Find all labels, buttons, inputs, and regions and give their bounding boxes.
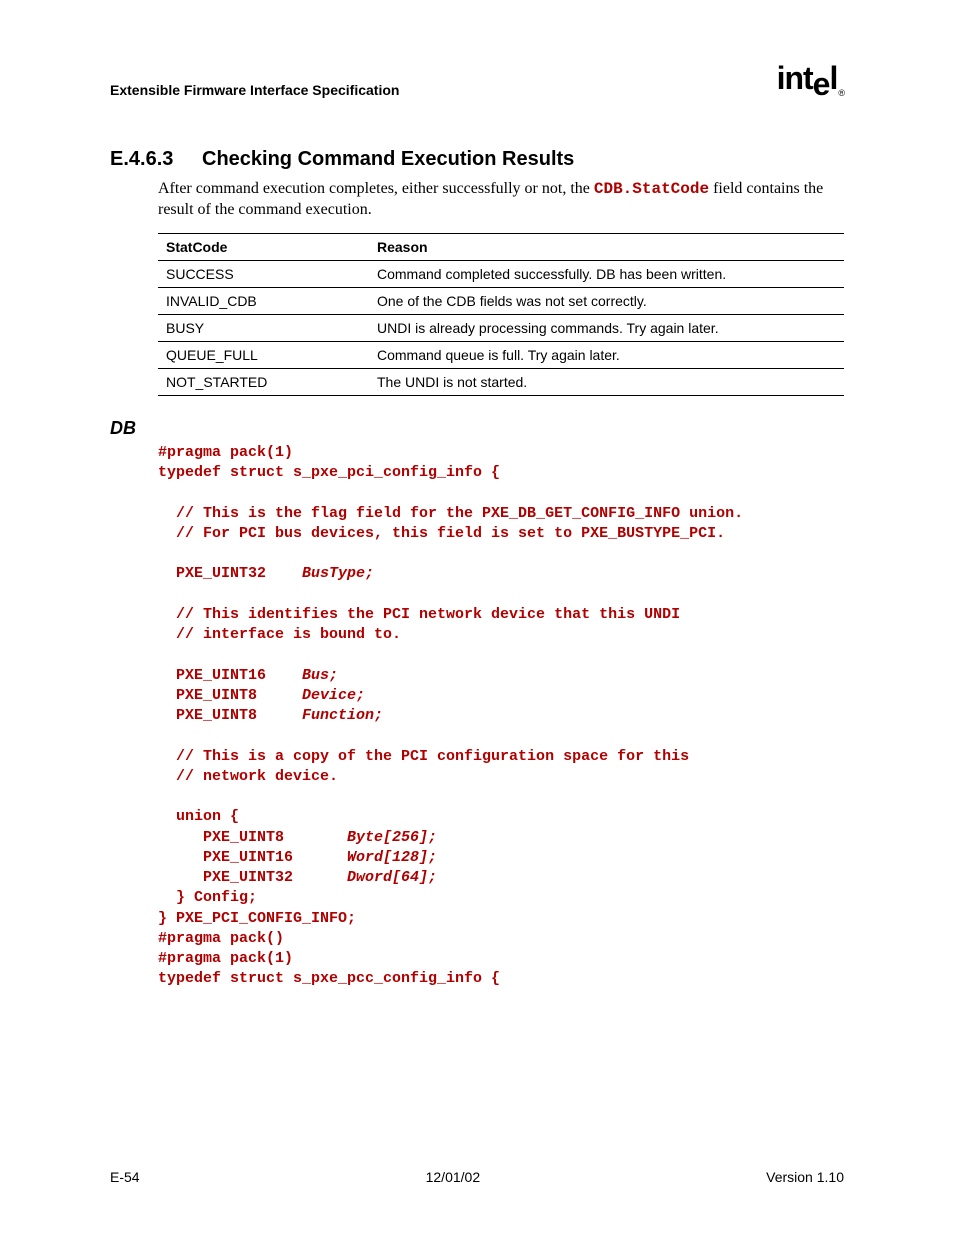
table-row: BUSY UNDI is already processing commands… — [158, 314, 844, 341]
table-row: INVALID_CDB One of the CDB fields was no… — [158, 287, 844, 314]
version-label: Version 1.10 — [766, 1169, 844, 1185]
cell-reason: The UNDI is not started. — [369, 368, 844, 395]
cell-statcode: QUEUE_FULL — [158, 341, 369, 368]
col-statcode: StatCode — [158, 233, 369, 260]
footer: E-54 12/01/02 Version 1.10 — [110, 1169, 844, 1185]
cell-statcode: BUSY — [158, 314, 369, 341]
table-row: NOT_STARTED The UNDI is not started. — [158, 368, 844, 395]
section-heading: E.4.6.3 Checking Command Execution Resul… — [110, 148, 844, 171]
footer-date: 12/01/02 — [426, 1169, 481, 1185]
header: Extensible Firmware Interface Specificat… — [110, 60, 844, 98]
cell-statcode: NOT_STARTED — [158, 368, 369, 395]
intro-paragraph: After command execution completes, eithe… — [158, 179, 844, 221]
para-text: After command execution completes, eithe… — [158, 180, 594, 197]
cell-reason: Command completed successfully. DB has b… — [369, 260, 844, 287]
table-header-row: StatCode Reason — [158, 233, 844, 260]
section-number: E.4.6.3 — [110, 148, 202, 171]
section-title: Checking Command Execution Results — [202, 148, 574, 171]
code-block: #pragma pack(1) typedef struct s_pxe_pci… — [158, 443, 844, 990]
table-row: SUCCESS Command completed successfully. … — [158, 260, 844, 287]
page-number: E-54 — [110, 1169, 140, 1185]
cell-reason: UNDI is already processing commands. Try… — [369, 314, 844, 341]
cell-statcode: INVALID_CDB — [158, 287, 369, 314]
intel-logo: intel® — [777, 60, 844, 98]
table-row: QUEUE_FULL Command queue is full. Try ag… — [158, 341, 844, 368]
page: Extensible Firmware Interface Specificat… — [0, 0, 954, 1235]
db-heading: DB — [110, 418, 844, 439]
col-reason: Reason — [369, 233, 844, 260]
cell-reason: Command queue is full. Try again later. — [369, 341, 844, 368]
inline-code: CDB.StatCode — [594, 180, 709, 198]
doc-title: Extensible Firmware Interface Specificat… — [110, 82, 399, 98]
cell-reason: One of the CDB fields was not set correc… — [369, 287, 844, 314]
statcode-table: StatCode Reason SUCCESS Command complete… — [158, 233, 844, 396]
cell-statcode: SUCCESS — [158, 260, 369, 287]
